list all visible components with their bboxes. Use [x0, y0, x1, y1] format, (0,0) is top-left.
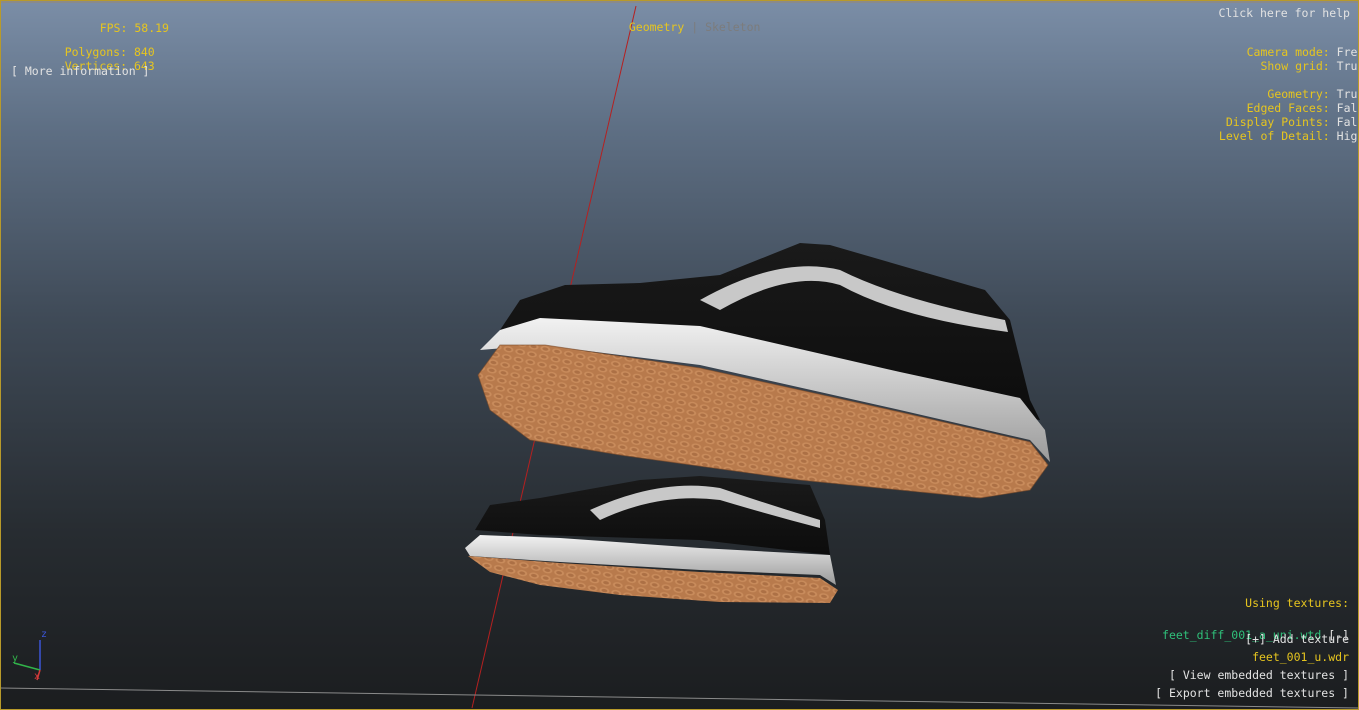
mode-tabs: Geometry | Skeleton	[615, 6, 761, 34]
help-link[interactable]: Click here for help	[1218, 6, 1350, 20]
shoe-model-upper[interactable]	[477, 243, 1050, 499]
tab-skeleton[interactable]: Skeleton	[705, 20, 760, 34]
axis-x-label: x	[34, 671, 41, 682]
show-grid-value[interactable]: True	[1337, 59, 1359, 73]
level-of-detail-label: Level of Detail:	[1218, 129, 1330, 143]
tab-separator: |	[691, 20, 699, 34]
textures-heading: Using textures:	[1245, 596, 1349, 610]
model-file: feet_001_u.wdr	[1252, 650, 1349, 664]
level-of-detail-value[interactable]: High	[1337, 129, 1359, 143]
more-information-link[interactable]: [ More information ]	[11, 64, 149, 78]
axis-z-label: z	[41, 629, 48, 640]
level-of-detail-row[interactable]: Level of Detail: High	[1152, 115, 1359, 157]
axis-y-label: y	[12, 653, 19, 664]
show-grid-label: Show grid:	[1260, 59, 1330, 73]
export-embedded-textures-button[interactable]: [ Export embedded textures ]	[1155, 686, 1349, 700]
tab-geometry[interactable]: Geometry	[629, 20, 684, 34]
view-embedded-textures-button[interactable]: [ View embedded textures ]	[1169, 668, 1349, 682]
add-texture-button[interactable]: [+] Add texture	[1245, 632, 1349, 646]
shoe-model-lower[interactable]	[465, 476, 838, 603]
